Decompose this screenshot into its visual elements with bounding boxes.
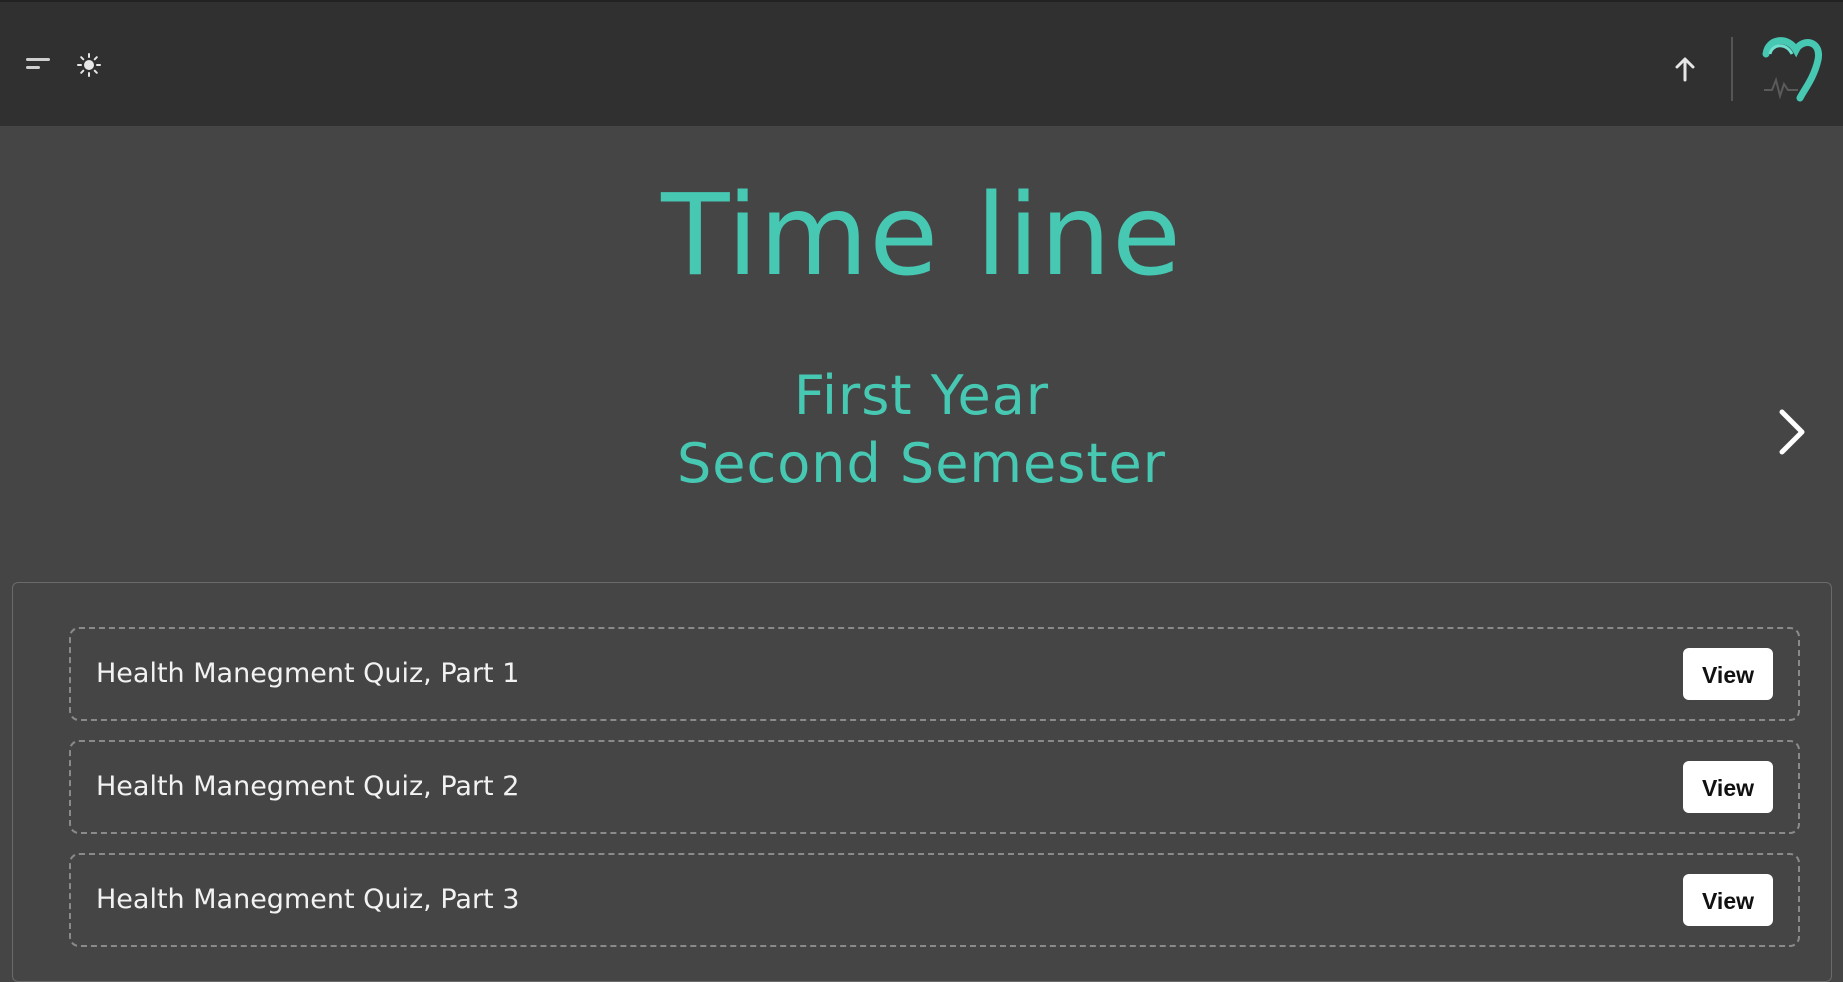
quiz-list-panel: Health Manegment Quiz, Part 1 View Healt…	[12, 582, 1832, 982]
quiz-title: Health Manegment Quiz, Part 3	[96, 884, 520, 915]
quiz-title: Health Manegment Quiz, Part 1	[96, 658, 520, 689]
semester-heading: First Year Second Semester	[0, 362, 1843, 498]
sun-icon[interactable]	[76, 52, 102, 78]
top-bar	[0, 0, 1843, 126]
header-divider	[1731, 37, 1733, 101]
heart-pulse-logo[interactable]	[1758, 34, 1824, 102]
view-button[interactable]: View	[1683, 874, 1773, 926]
quiz-item: Health Manegment Quiz, Part 2 View	[69, 740, 1800, 834]
semester-label: Second Semester	[677, 432, 1166, 495]
year-label: First Year	[793, 364, 1050, 427]
quiz-item: Health Manegment Quiz, Part 1 View	[69, 627, 1800, 721]
quiz-item: Health Manegment Quiz, Part 3 View	[69, 853, 1800, 947]
quiz-title: Health Manegment Quiz, Part 2	[96, 771, 520, 802]
page-title: Time line	[661, 171, 1182, 301]
view-button[interactable]: View	[1683, 648, 1773, 700]
arrow-up-icon[interactable]	[1670, 54, 1700, 84]
menu-icon[interactable]	[24, 54, 54, 74]
chevron-right-icon[interactable]	[1772, 404, 1812, 460]
view-button[interactable]: View	[1683, 761, 1773, 813]
